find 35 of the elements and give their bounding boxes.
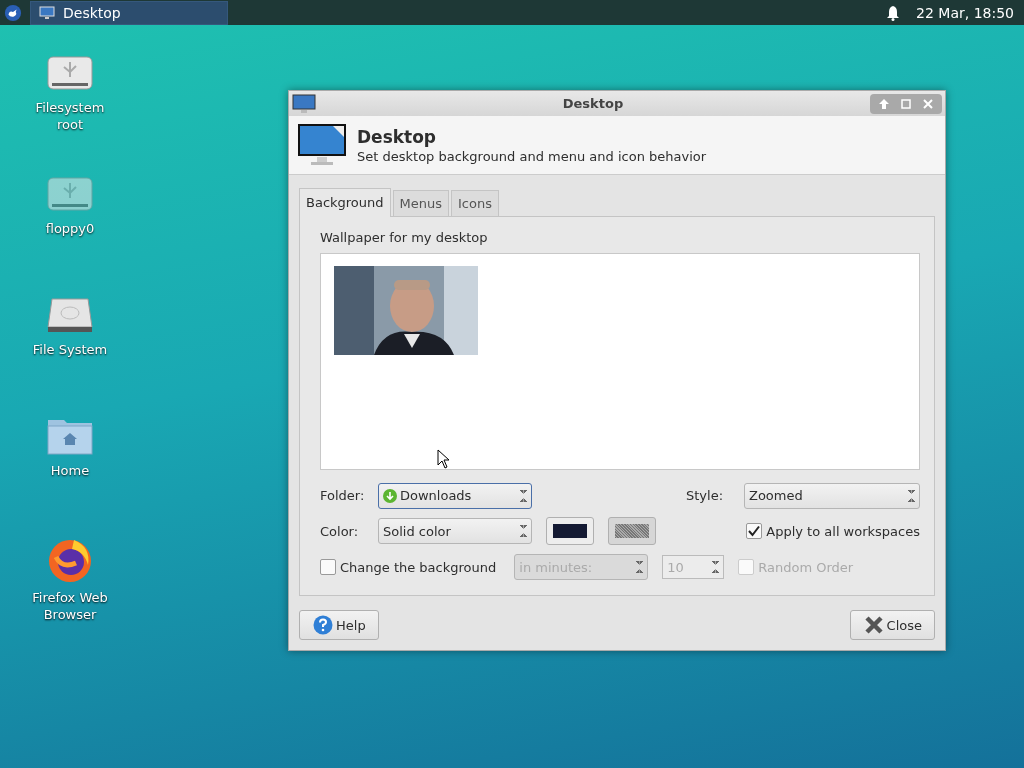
notification-bell-icon[interactable] (886, 4, 901, 21)
app-menu-icon[interactable] (4, 3, 22, 22)
tab[interactable]: Menus (392, 190, 450, 216)
desktop-icon-label[interactable]: Home (22, 462, 118, 479)
hard-disk-icon[interactable] (46, 295, 94, 335)
monitor-icon (292, 93, 316, 114)
clock: 22 Mar, 18:50 (916, 4, 1014, 21)
color-dropdown[interactable]: Solid color (378, 518, 532, 545)
wallpaper-label: Wallpaper for my desktop (320, 230, 489, 245)
style-label: Style: (686, 488, 725, 504)
change-background-checkbox[interactable]: Change the background (320, 559, 497, 576)
desktop-icon-label[interactable]: Firefox Web Browser (22, 589, 118, 623)
color-label: Color: (320, 523, 360, 539)
browser-globe-icon[interactable] (46, 537, 94, 583)
style-dropdown[interactable]: Zoomed (744, 482, 920, 509)
help-button[interactable]: Help (299, 610, 379, 640)
usb-drive-icon[interactable] (46, 53, 94, 93)
monitor-icon (297, 123, 347, 168)
checkmark-icon (748, 525, 761, 538)
taskbar-window-button[interactable]: Desktop (30, 0, 228, 25)
header-subtitle: Set desktop background and menu and icon behavior (357, 148, 707, 164)
window-title: Desktop (561, 96, 625, 112)
primary-color-button[interactable] (546, 517, 594, 546)
close-icon (863, 615, 884, 635)
tab[interactable]: Background (299, 188, 391, 217)
close-button[interactable]: Close (849, 610, 935, 640)
secondary-color-button[interactable] (608, 517, 656, 546)
header-title: Desktop (357, 126, 438, 147)
folder-label: Folder: (320, 488, 364, 504)
apply-all-checkbox[interactable]: Apply to all workspaces (746, 523, 920, 540)
folder-dropdown[interactable]: Downloads (378, 482, 532, 509)
tab[interactable]: Icons (451, 190, 499, 216)
download-icon (383, 488, 397, 503)
help-icon (313, 615, 333, 635)
monitor-icon (39, 5, 55, 20)
